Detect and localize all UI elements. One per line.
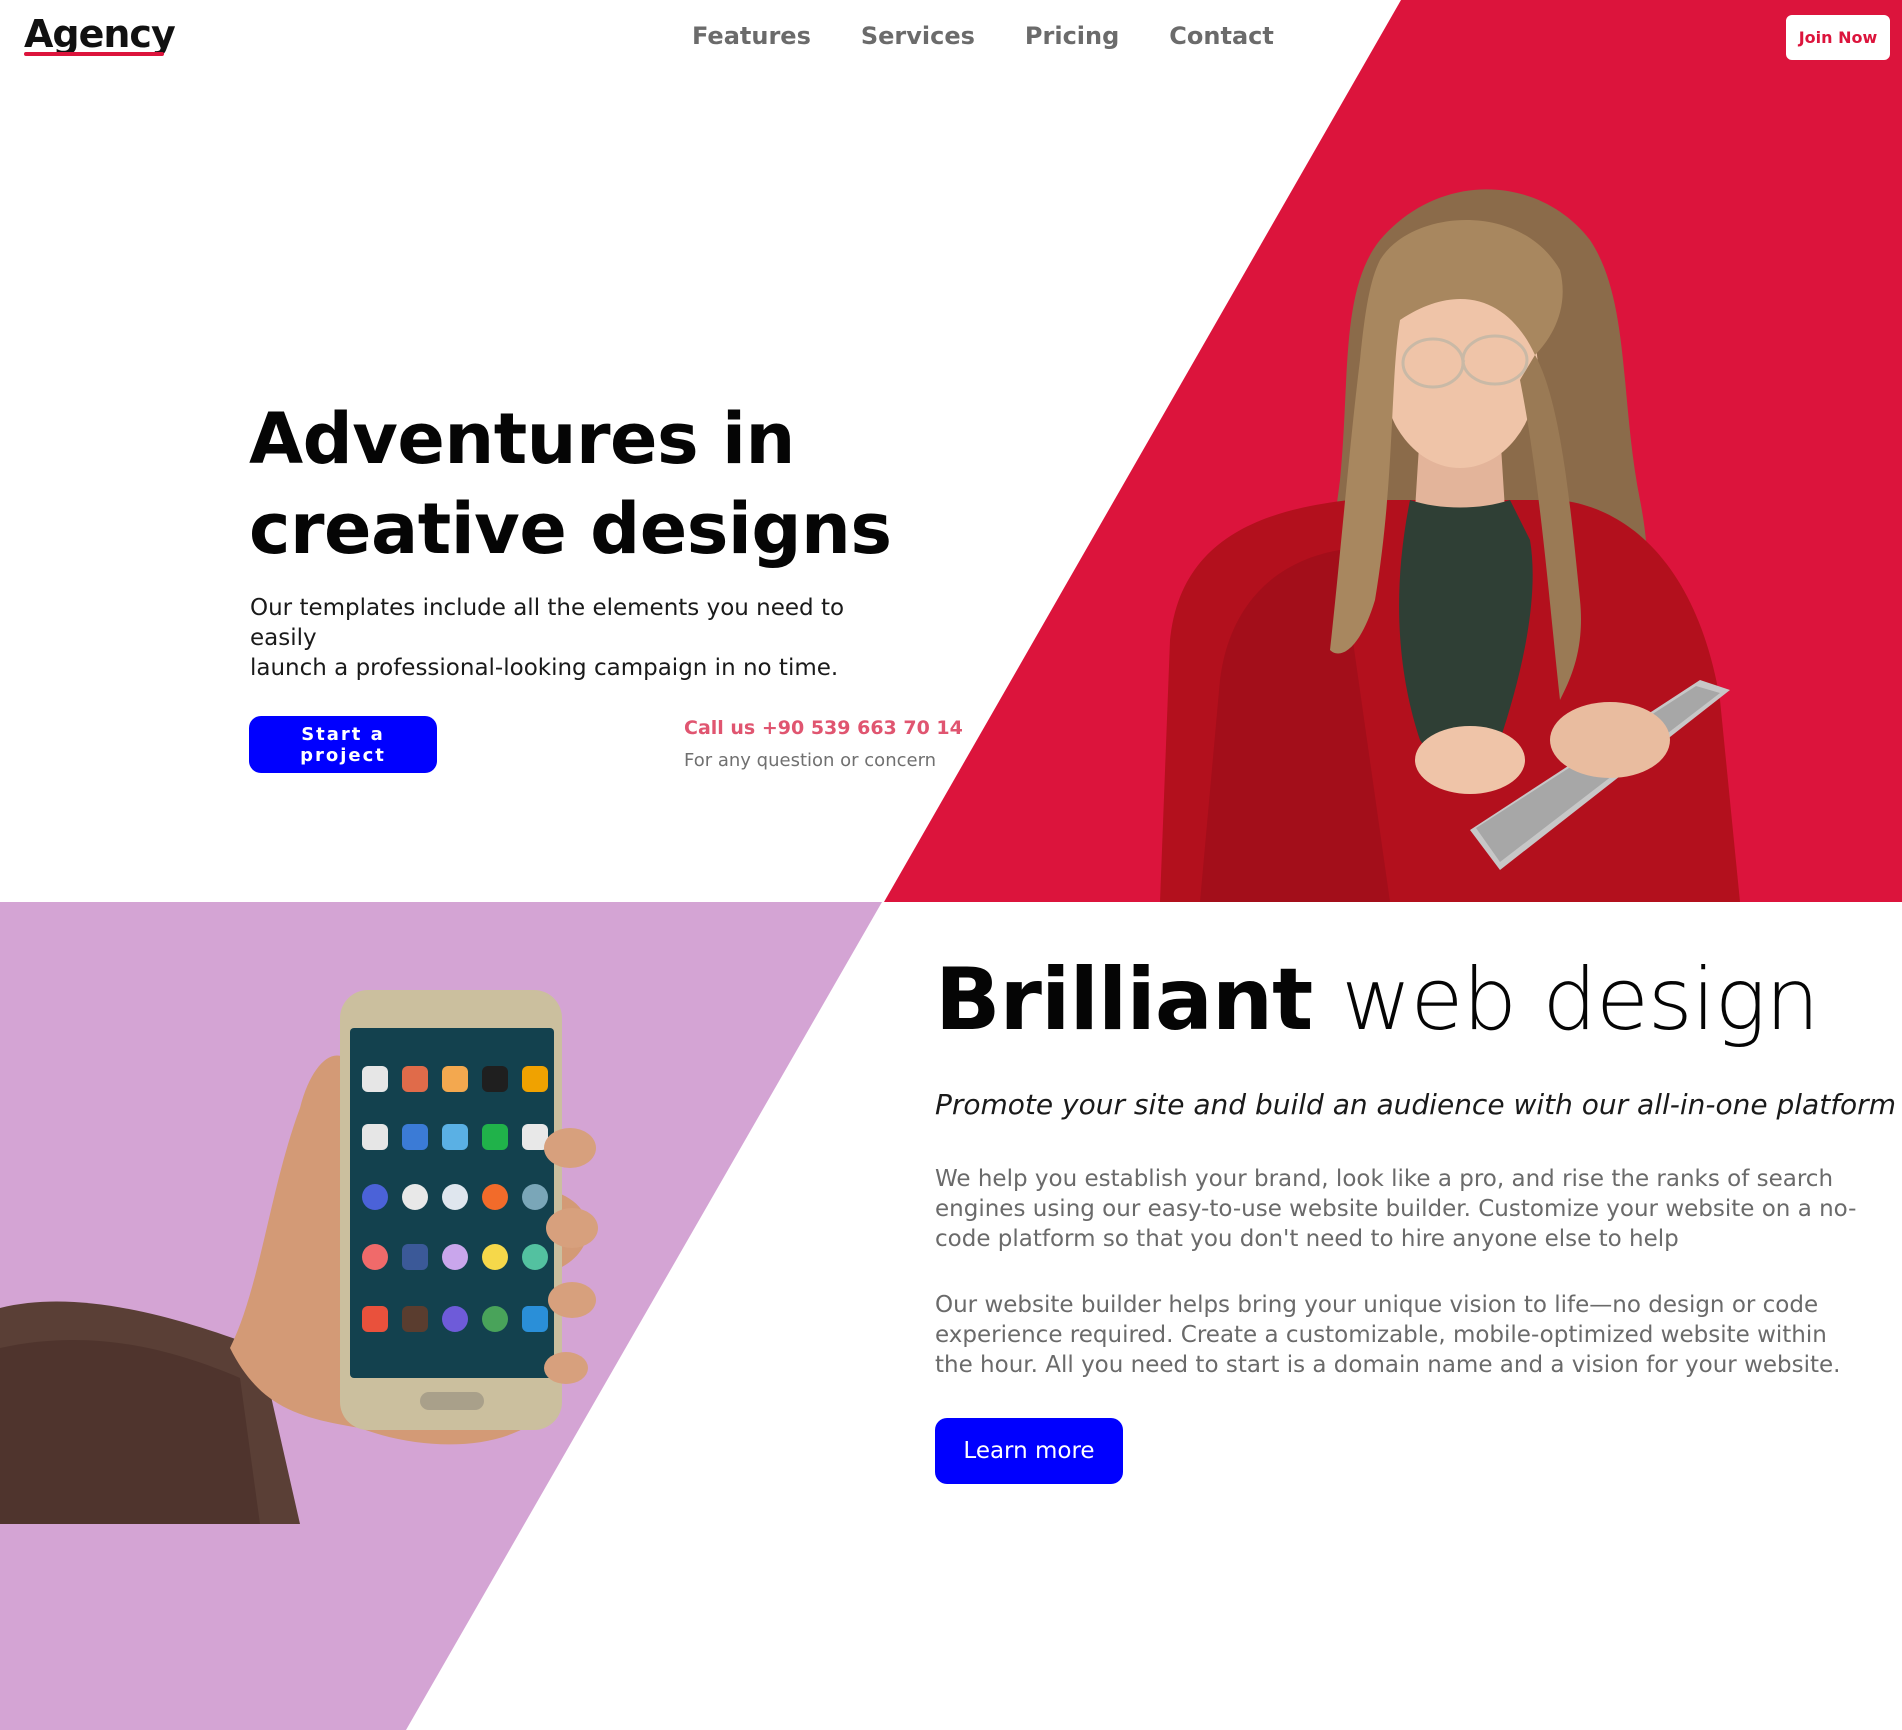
learn-more-button[interactable]: Learn more xyxy=(935,1418,1123,1484)
feature-paragraph-2: Our website builder helps bring your uni… xyxy=(935,1292,1841,1378)
nav-item-features[interactable]: Features xyxy=(692,22,811,50)
hero-title-line2: creative designs xyxy=(249,488,892,570)
hero-woman-image xyxy=(1160,189,1740,902)
landing-page: Agency Features Services Pricing Contact… xyxy=(0,0,1902,1730)
call-us-note: For any question or concern xyxy=(684,750,937,771)
feature-title-light: web design xyxy=(1341,950,1819,1050)
nav-item-pricing[interactable]: Pricing xyxy=(1025,22,1119,50)
woman-hand-right xyxy=(1550,702,1670,778)
phone-home-button xyxy=(420,1392,484,1410)
nav-item-services[interactable]: Services xyxy=(861,22,975,50)
hero-title-line1: Adventures in xyxy=(249,398,795,480)
logo[interactable]: Agency xyxy=(24,13,176,56)
feature-title-bold: Brilliant xyxy=(935,950,1313,1050)
hero-subtitle-line2: launch a professional-looking campaign i… xyxy=(250,655,839,681)
hero-subtitle: Our templates include all the elements y… xyxy=(250,593,900,683)
main-nav: Features Services Pricing Contact xyxy=(692,22,1274,50)
woman-hand-left xyxy=(1415,726,1525,794)
hero-title: Adventures in creative designs xyxy=(249,394,949,574)
start-project-button[interactable]: Start a project xyxy=(249,716,437,773)
hero-subtitle-line1: Our templates include all the elements y… xyxy=(250,595,845,651)
feature-paragraph-1: We help you establish your brand, look l… xyxy=(935,1166,1857,1252)
join-now-button[interactable]: Join Now xyxy=(1784,13,1892,62)
feature-phone-image xyxy=(0,990,598,1524)
nav-item-contact[interactable]: Contact xyxy=(1169,22,1274,50)
feature-title: Brilliant web design xyxy=(935,950,1820,1050)
logo-underline xyxy=(24,52,164,56)
site-header: Agency Features Services Pricing Contact… xyxy=(0,0,1902,80)
feature-lead: Promote your site and build an audience … xyxy=(935,1088,1896,1121)
call-us-phone[interactable]: Call us +90 539 663 70 14 xyxy=(684,717,963,739)
